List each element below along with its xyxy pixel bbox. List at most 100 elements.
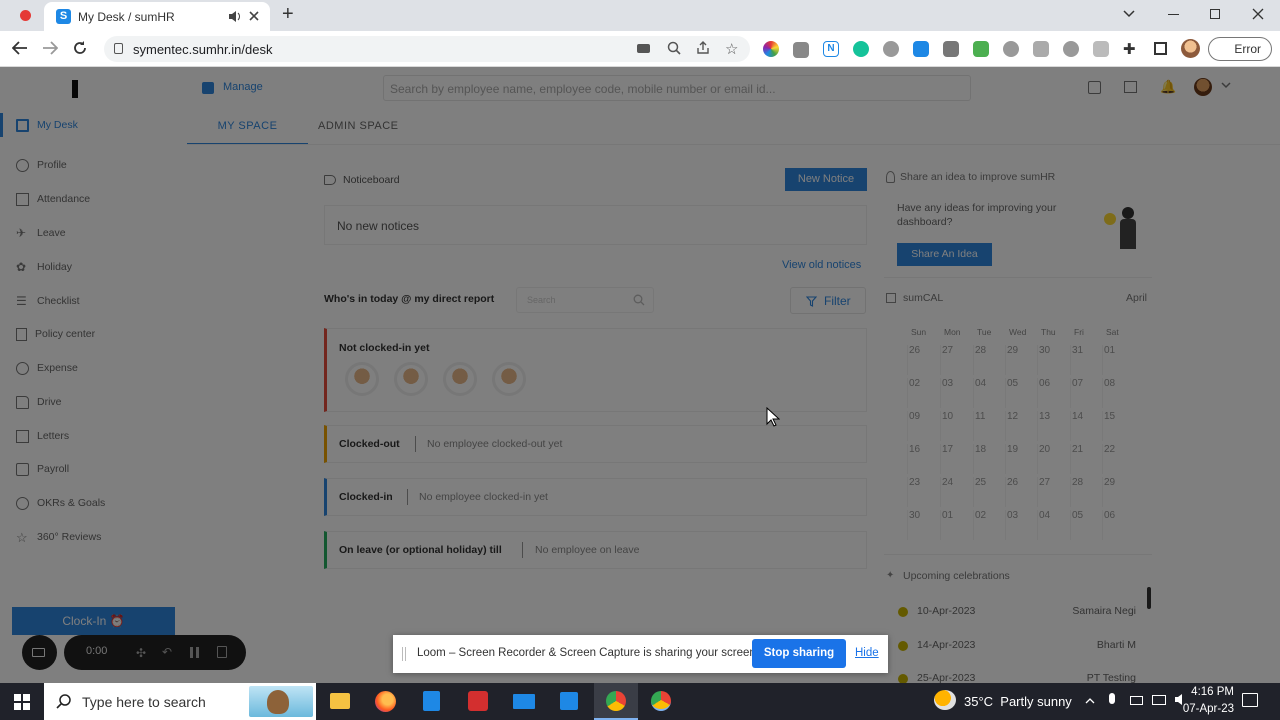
minimize-window-icon[interactable] bbox=[1168, 14, 1179, 15]
user-avatar[interactable] bbox=[1194, 78, 1212, 96]
calendar-day[interactable]: 13 bbox=[1037, 411, 1067, 441]
close-window-icon[interactable] bbox=[1252, 8, 1264, 20]
filter-button[interactable]: Filter bbox=[790, 287, 866, 314]
calendar-day[interactable]: 09 bbox=[907, 411, 937, 441]
tab-my-space[interactable]: MY SPACE bbox=[187, 111, 308, 145]
calendar-day[interactable]: 14 bbox=[1070, 411, 1100, 441]
sidebar-item-letters[interactable]: Letters bbox=[16, 428, 69, 444]
calendar-day[interactable]: 18 bbox=[973, 444, 1003, 474]
celebration-item[interactable]: 10-Apr-2023 Samaira Negi bbox=[884, 601, 1142, 621]
extension-arrow-icon[interactable] bbox=[1093, 41, 1109, 57]
sidebar-item-expense[interactable]: Expense bbox=[16, 360, 78, 376]
audio-icon[interactable] bbox=[228, 10, 242, 23]
calendar-day[interactable]: 03 bbox=[1005, 510, 1035, 540]
calendar-day[interactable]: 20 bbox=[1037, 444, 1067, 474]
windows-start-icon[interactable] bbox=[14, 694, 30, 710]
zoom-icon[interactable] bbox=[667, 41, 681, 55]
calendar-day[interactable]: 01 bbox=[1102, 345, 1132, 375]
firefox-icon[interactable] bbox=[375, 691, 396, 712]
forward-icon[interactable] bbox=[42, 41, 58, 55]
calendar-day[interactable]: 26 bbox=[907, 345, 937, 375]
sidebar-item-okrs-goals[interactable]: OKRs & Goals bbox=[16, 495, 105, 511]
calendar-day[interactable]: 28 bbox=[973, 345, 1003, 375]
calendar-day[interactable]: 02 bbox=[907, 378, 937, 408]
drag-handle-icon[interactable] bbox=[402, 647, 406, 661]
weather-text[interactable]: 35°C Partly sunny bbox=[964, 694, 1072, 709]
calendar-day[interactable]: 07 bbox=[1070, 378, 1100, 408]
side-panel-icon[interactable] bbox=[1154, 42, 1167, 55]
calendar-day[interactable]: 27 bbox=[1037, 477, 1067, 507]
calendar-day[interactable]: 01 bbox=[940, 510, 970, 540]
calculator-icon[interactable] bbox=[423, 691, 440, 711]
view-old-notices-link[interactable]: View old notices bbox=[782, 259, 861, 271]
extension-green-icon[interactable] bbox=[973, 41, 989, 57]
sidebar-item-policy-center[interactable]: Policy center bbox=[16, 326, 95, 342]
bookmark-star-icon[interactable]: ☆ bbox=[725, 40, 738, 58]
notification-center-icon[interactable] bbox=[1242, 693, 1258, 707]
new-notice-button[interactable]: New Notice bbox=[785, 168, 867, 191]
calendar-day[interactable]: 29 bbox=[1005, 345, 1035, 375]
whos-in-search-input[interactable]: Search bbox=[516, 287, 654, 313]
extension-camera-icon[interactable] bbox=[793, 42, 809, 58]
stop-sharing-button[interactable]: Stop sharing bbox=[752, 639, 846, 668]
sidebar-item-profile[interactable]: Profile bbox=[16, 157, 67, 173]
chrome-active-taskbar-item[interactable] bbox=[594, 683, 638, 720]
sidebar-item-holiday[interactable]: ✿ Holiday bbox=[16, 259, 72, 275]
browser-error-button[interactable]: Error bbox=[1208, 37, 1272, 61]
taskbar-date[interactable]: 07-Apr-23 bbox=[1180, 703, 1234, 715]
chrome-icon[interactable] bbox=[651, 691, 671, 711]
calendar-day[interactable]: 28 bbox=[1070, 477, 1100, 507]
browser-tab[interactable]: S My Desk / sumHR bbox=[44, 2, 270, 31]
inbox-header-icon[interactable] bbox=[1124, 81, 1137, 93]
hide-sharing-link[interactable]: Hide bbox=[855, 647, 879, 659]
calendar-day[interactable]: 24 bbox=[940, 477, 970, 507]
share-icon[interactable] bbox=[696, 41, 710, 55]
extension-grammarly-icon[interactable] bbox=[853, 41, 869, 57]
employee-avatar[interactable] bbox=[443, 362, 477, 396]
calendar-day[interactable]: 16 bbox=[907, 444, 937, 474]
microphone-icon[interactable] bbox=[1109, 693, 1115, 704]
sidebar-item-drive[interactable]: Drive bbox=[16, 394, 62, 410]
sidebar-item-leave[interactable]: ✈ Leave bbox=[16, 225, 66, 241]
sidebar-item-checklist[interactable]: ☰ Checklist bbox=[16, 293, 80, 309]
calendar-day[interactable]: 21 bbox=[1070, 444, 1100, 474]
celebration-item[interactable]: 25-Apr-2023 PT Testing bbox=[884, 668, 1142, 683]
tray-chevron-icon[interactable] bbox=[1085, 697, 1095, 704]
maximize-window-icon[interactable] bbox=[1210, 9, 1220, 19]
recorder-pause-icon[interactable] bbox=[190, 647, 199, 658]
extension-skype-icon[interactable] bbox=[1003, 41, 1019, 57]
new-tab-button[interactable]: + bbox=[282, 3, 294, 26]
calendar-day[interactable]: 30 bbox=[907, 510, 937, 540]
calendar-day[interactable]: 23 bbox=[907, 477, 937, 507]
calendar-day[interactable]: 05 bbox=[1070, 510, 1100, 540]
close-tab-icon[interactable] bbox=[248, 10, 260, 22]
tab-search-icon[interactable] bbox=[1122, 9, 1136, 19]
tab-admin-space[interactable]: ADMIN SPACE bbox=[318, 111, 418, 145]
store-icon[interactable] bbox=[560, 692, 578, 710]
employee-avatar[interactable] bbox=[345, 362, 379, 396]
calendar-day[interactable]: 06 bbox=[1102, 510, 1132, 540]
calendar-day[interactable]: 30 bbox=[1037, 345, 1067, 375]
extensions-puzzle-icon[interactable]: ✚ bbox=[1123, 40, 1136, 58]
recorder-draw-icon[interactable]: ✣ bbox=[136, 646, 146, 660]
employee-search-input[interactable]: Search by employee name, employee code, … bbox=[383, 75, 971, 101]
clock-in-button[interactable]: Clock-In ⏰ bbox=[12, 607, 175, 635]
sidebar-item-360-reviews[interactable]: ☆ 360° Reviews bbox=[16, 529, 101, 545]
recorder-camera-button[interactable] bbox=[22, 635, 57, 670]
extension-blue-icon[interactable] bbox=[913, 41, 929, 57]
extension-a-icon[interactable] bbox=[943, 41, 959, 57]
calendar-day[interactable]: 04 bbox=[973, 378, 1003, 408]
calendar-day[interactable]: 19 bbox=[1005, 444, 1035, 474]
calendar-day[interactable]: 08 bbox=[1102, 378, 1132, 408]
file-explorer-icon[interactable] bbox=[330, 693, 350, 709]
calendar-day[interactable]: 29 bbox=[1102, 477, 1132, 507]
notification-bell-icon[interactable]: 🔔 bbox=[1160, 79, 1176, 95]
calendar-day[interactable]: 02 bbox=[973, 510, 1003, 540]
battery-icon[interactable] bbox=[1130, 696, 1143, 705]
taskbar-time[interactable]: 4:16 PM bbox=[1180, 686, 1234, 698]
user-menu-chevron-icon[interactable] bbox=[1221, 82, 1231, 89]
camera-icon[interactable] bbox=[637, 44, 650, 53]
calendar-day[interactable]: 22 bbox=[1102, 444, 1132, 474]
calendar-day[interactable]: 27 bbox=[940, 345, 970, 375]
calendar-month[interactable]: April bbox=[1126, 292, 1147, 304]
